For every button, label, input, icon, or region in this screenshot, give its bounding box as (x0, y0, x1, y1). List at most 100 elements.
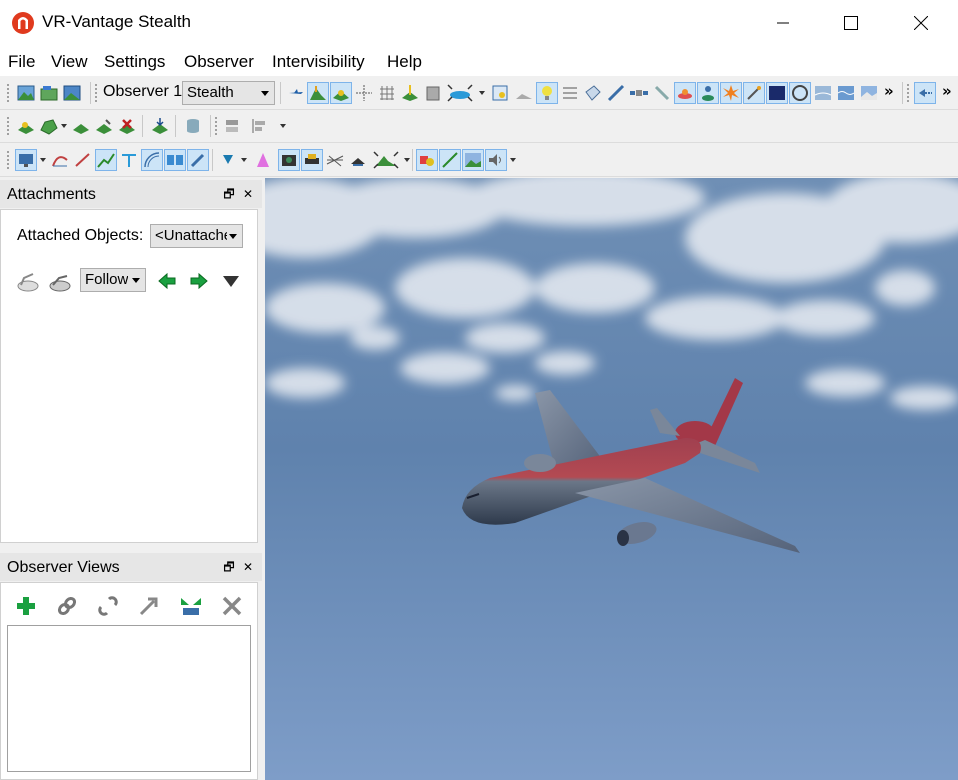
open-scenario-button[interactable] (39, 83, 59, 103)
align-button[interactable] (250, 116, 270, 136)
database-button[interactable] (183, 116, 203, 136)
camera-button[interactable] (278, 149, 300, 171)
jump-to-button[interactable] (138, 595, 160, 617)
select-area-button[interactable] (490, 83, 510, 103)
delete-terrain-button[interactable] (117, 116, 137, 136)
network-button[interactable] (164, 149, 186, 171)
chevron-down-icon[interactable] (404, 158, 410, 162)
monitor-button[interactable] (15, 149, 37, 171)
terrain-marker-button[interactable] (400, 83, 420, 103)
measure-button[interactable] (73, 150, 93, 170)
toolbar-overflow-icon[interactable]: » (884, 82, 894, 100)
radar-button[interactable] (141, 149, 163, 171)
missile-button[interactable] (606, 83, 626, 103)
explosion-button[interactable] (720, 82, 742, 104)
tools-button[interactable] (187, 149, 209, 171)
float-panel-icon[interactable]: 🗗 (222, 560, 236, 574)
fly-to-button[interactable] (446, 83, 474, 103)
follow-mode-select[interactable]: Follow (80, 268, 146, 292)
lighting-button[interactable] (536, 82, 558, 104)
lines-button[interactable] (560, 83, 580, 103)
toolbar-overflow-icon[interactable]: » (942, 82, 952, 100)
chevron-down-icon[interactable] (479, 91, 485, 95)
ground-plane-button[interactable] (514, 83, 534, 103)
layers-button[interactable] (222, 116, 242, 136)
create-object-button[interactable] (16, 116, 36, 136)
toolbar-grip[interactable] (6, 116, 10, 136)
next-object-button[interactable] (189, 271, 209, 291)
terrain-follow-button[interactable] (307, 82, 329, 104)
create-terrain-button[interactable] (71, 116, 91, 136)
load-terrain-button[interactable] (16, 83, 36, 103)
chevron-down-icon[interactable] (40, 158, 46, 162)
detach-link-button[interactable] (97, 595, 119, 617)
minimize-button[interactable] (760, 0, 806, 46)
float-panel-icon[interactable]: 🗗 (222, 187, 236, 201)
effects-button[interactable] (674, 82, 696, 104)
observer-mode-select[interactable]: Stealth (182, 81, 275, 105)
draw-line-button[interactable] (439, 149, 461, 171)
menu-intervisibility[interactable]: Intervisibility (272, 52, 365, 72)
tank-button[interactable] (301, 149, 323, 171)
volume-button[interactable] (253, 150, 273, 170)
chevron-down-icon[interactable] (241, 158, 247, 162)
3d-viewport[interactable] (265, 178, 958, 780)
observer-views-list[interactable] (7, 625, 251, 772)
create-area-button[interactable] (39, 116, 59, 136)
chevron-down-icon[interactable] (61, 124, 67, 128)
previous-object-button[interactable] (157, 271, 177, 291)
back-view-button[interactable] (914, 82, 936, 104)
detach-button[interactable] (47, 268, 73, 294)
crosshair-button[interactable] (354, 83, 374, 103)
toolbar-grip[interactable] (214, 116, 218, 136)
night-vision-button[interactable] (766, 82, 788, 104)
toolbar-grip[interactable] (94, 83, 98, 103)
route-button[interactable] (119, 150, 139, 170)
trajectory-button[interactable] (50, 150, 70, 170)
vehicle-button[interactable] (348, 150, 368, 170)
attach-link-button[interactable] (56, 595, 78, 617)
ground-clamp-button[interactable] (330, 82, 352, 104)
close-button[interactable] (898, 0, 944, 46)
terrain-view-button[interactable] (372, 150, 400, 170)
probe-button[interactable] (743, 82, 765, 104)
grid-button[interactable] (377, 83, 397, 103)
audio-button[interactable] (485, 149, 507, 171)
chevron-down-icon[interactable] (280, 124, 286, 128)
edit-terrain-button[interactable] (94, 116, 114, 136)
sky-button[interactable] (859, 83, 879, 103)
menu-file[interactable]: File (8, 52, 35, 72)
close-panel-icon[interactable]: ✕ (241, 560, 255, 574)
chevron-down-icon[interactable] (510, 158, 516, 162)
satellite-button[interactable] (629, 83, 649, 103)
toolbar-grip[interactable] (906, 83, 910, 103)
label-button[interactable] (583, 83, 603, 103)
person-button[interactable] (697, 82, 719, 104)
delete-view-button[interactable] (221, 595, 243, 617)
weather-button[interactable] (813, 83, 833, 103)
import-terrain-button[interactable] (150, 116, 170, 136)
shapes-button[interactable] (416, 149, 438, 171)
download-button[interactable] (218, 150, 238, 170)
ocean-button[interactable] (836, 83, 856, 103)
path-button[interactable] (95, 149, 117, 171)
image-overlay-button[interactable] (462, 149, 484, 171)
projectile-button[interactable] (652, 83, 672, 103)
fly-mode-button[interactable] (286, 83, 306, 103)
add-view-button[interactable] (15, 595, 37, 617)
menu-help[interactable]: Help (387, 52, 422, 72)
toolbar-grip[interactable] (6, 83, 10, 103)
sensor-button[interactable] (789, 82, 811, 104)
wireframe-button[interactable] (325, 150, 345, 170)
merge-views-button[interactable] (179, 595, 203, 617)
menu-view[interactable]: View (51, 52, 88, 72)
building-button[interactable] (423, 83, 443, 103)
more-options-button[interactable] (221, 271, 241, 291)
toolbar-grip[interactable] (6, 150, 10, 170)
attached-objects-select[interactable]: <Unattached> (150, 224, 243, 248)
close-panel-icon[interactable]: ✕ (241, 187, 255, 201)
menu-observer[interactable]: Observer (184, 52, 254, 72)
save-scenario-button[interactable] (62, 83, 82, 103)
attach-button[interactable] (15, 268, 41, 294)
maximize-button[interactable] (828, 0, 874, 46)
